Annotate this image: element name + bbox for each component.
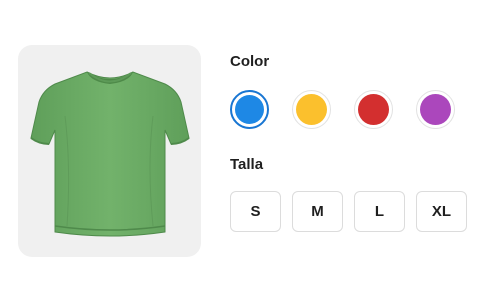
color-dot-blue — [235, 95, 264, 124]
color-swatch-red[interactable] — [354, 90, 393, 129]
color-swatch-group — [230, 90, 480, 129]
color-swatch-blue[interactable] — [230, 90, 269, 129]
size-button-m[interactable]: M — [292, 191, 343, 232]
product-image — [18, 45, 201, 257]
size-button-s[interactable]: S — [230, 191, 281, 232]
product-options-page: Color Talla S M L XL — [0, 0, 500, 305]
color-section-title: Color — [230, 53, 270, 70]
color-swatch-yellow[interactable] — [292, 90, 331, 129]
size-button-group: S M L XL — [230, 191, 480, 232]
size-button-xl[interactable]: XL — [416, 191, 467, 232]
color-dot-yellow — [296, 94, 327, 125]
color-dot-red — [358, 94, 389, 125]
size-section-title: Talla — [230, 156, 264, 173]
color-dot-purple — [420, 94, 451, 125]
color-swatch-purple[interactable] — [416, 90, 455, 129]
size-button-l[interactable]: L — [354, 191, 405, 232]
options-panel: Color Talla S M L XL — [230, 52, 480, 232]
green-tshirt-icon — [29, 71, 190, 237]
